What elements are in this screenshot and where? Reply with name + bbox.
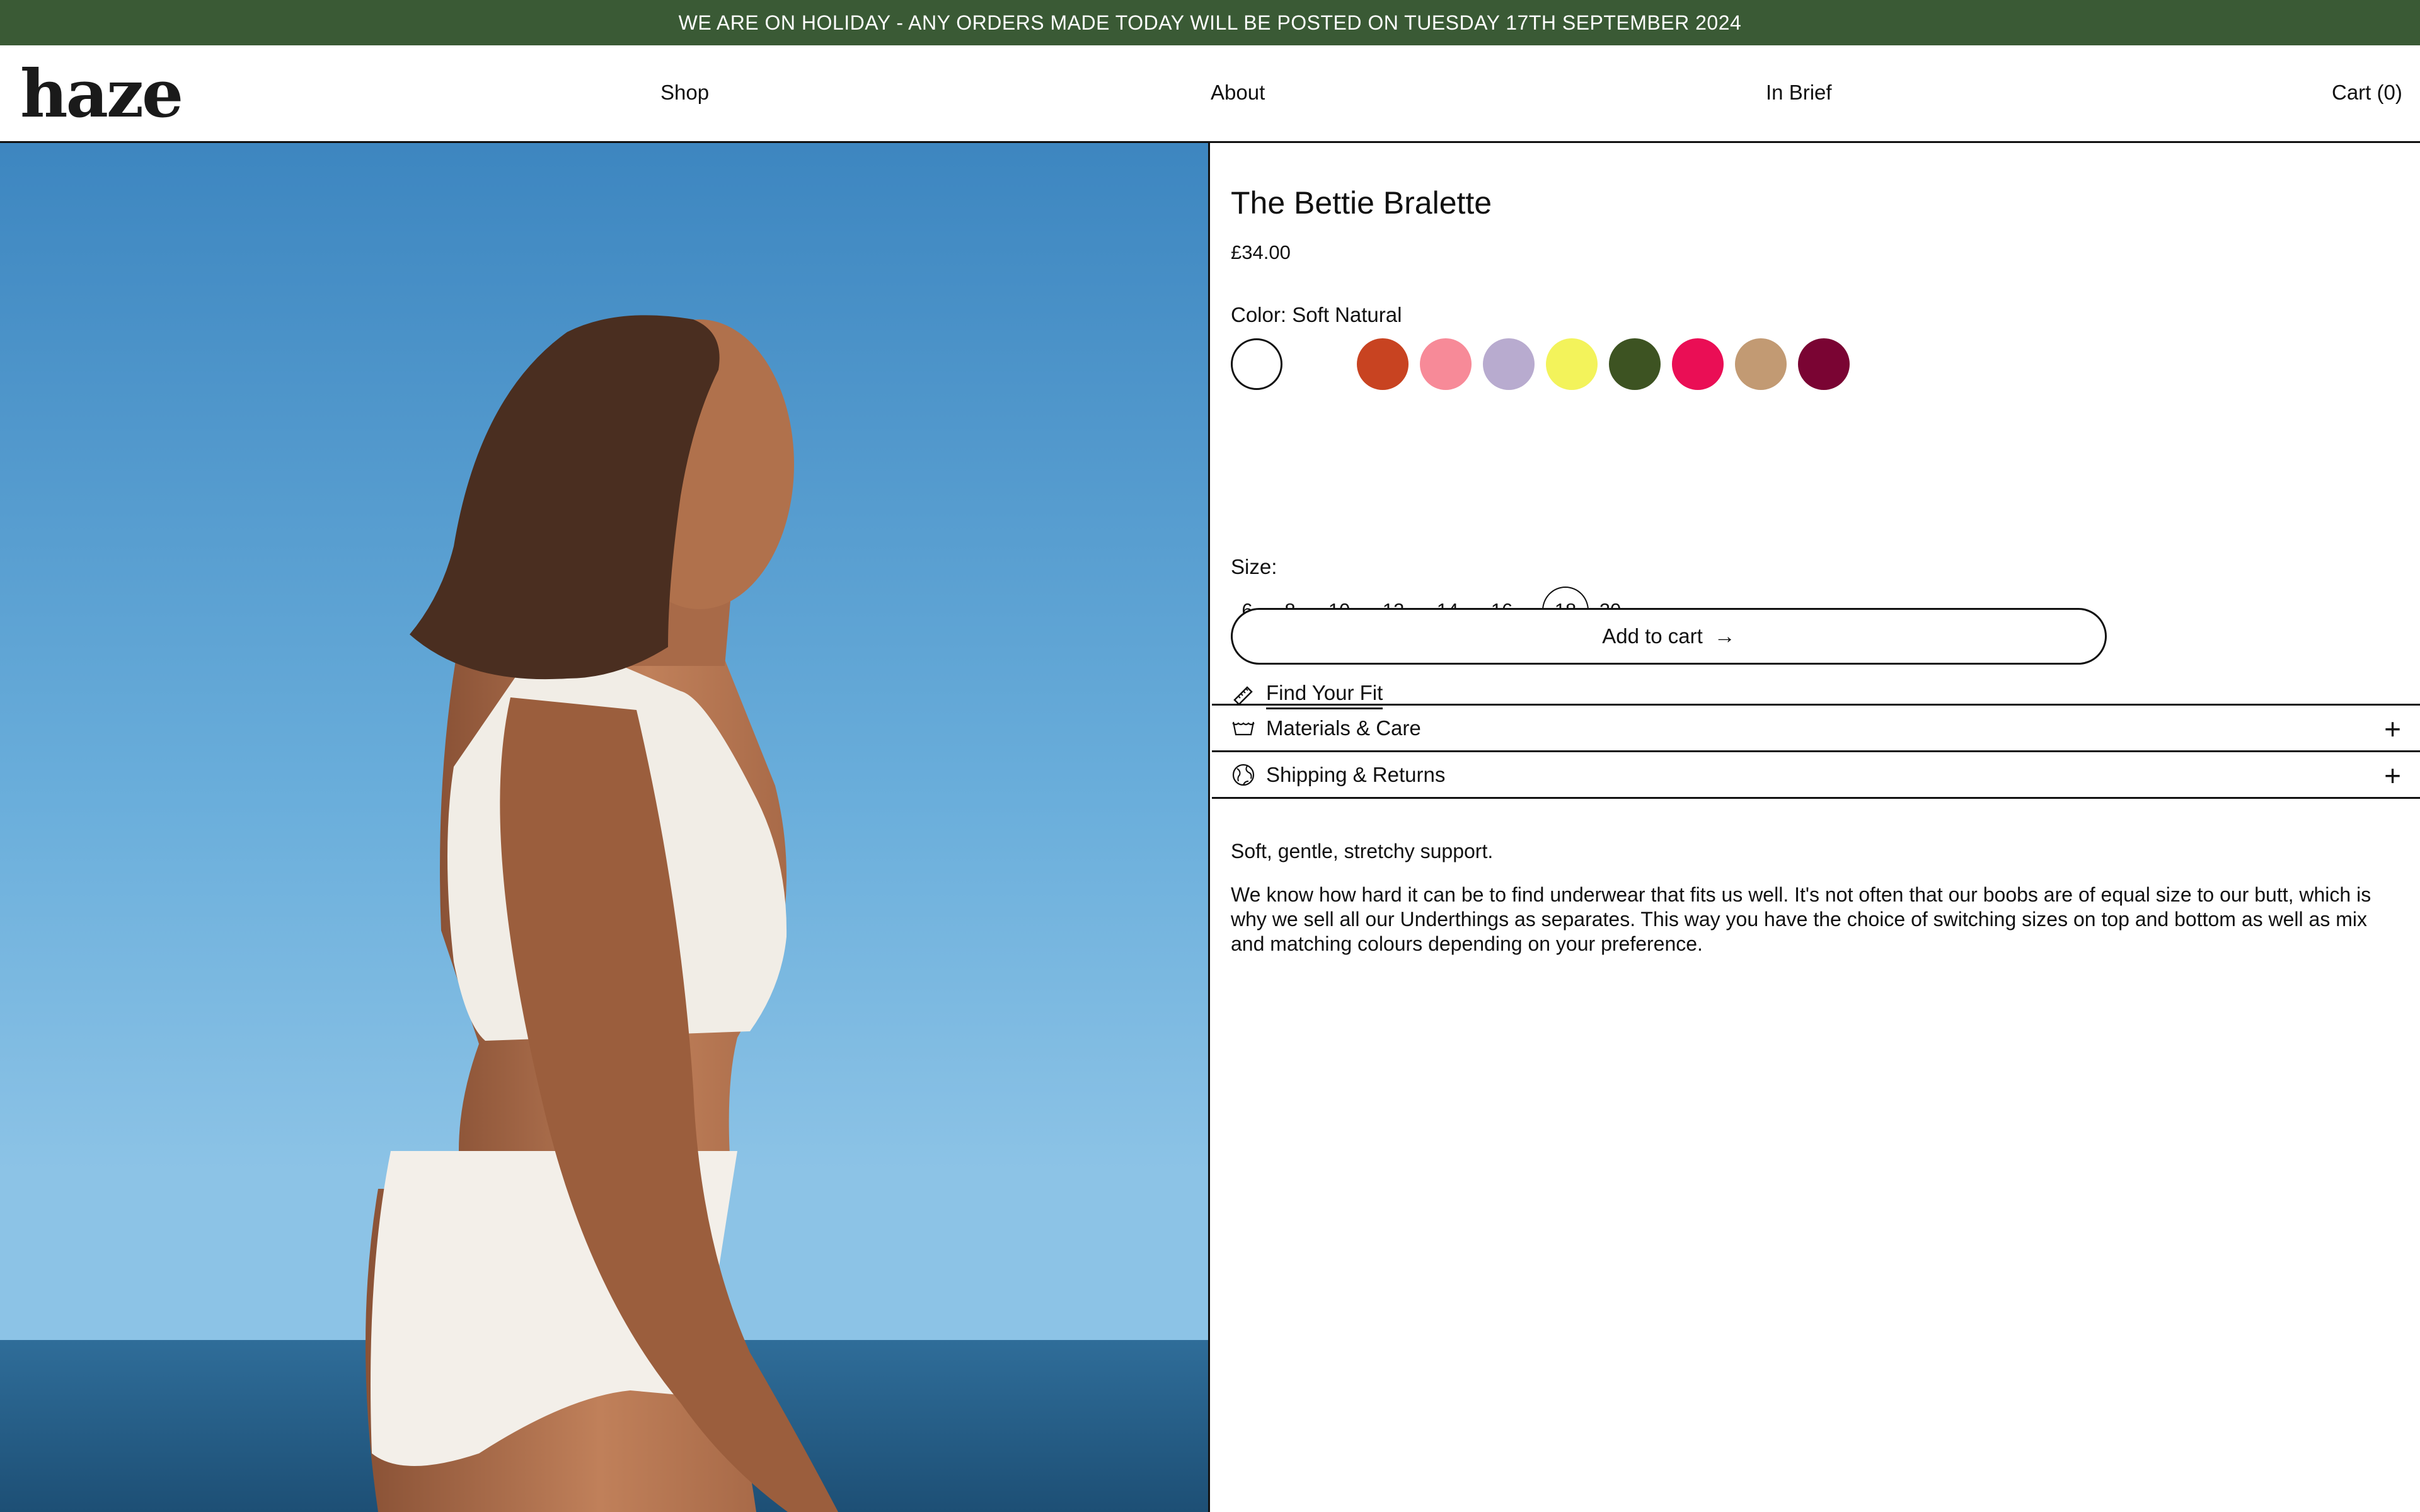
description-tagline: Soft, gentle, stretchy support. [1231,840,1494,862]
nav-cart[interactable]: Cart (0) [2332,81,2402,105]
color-label: Color: Soft Natural [1231,303,1402,326]
color-swatch[interactable] [1357,338,1409,390]
product-price: £34.00 [1231,241,1291,263]
color-swatch[interactable] [1546,338,1598,390]
accordion-shipping-returns[interactable]: Shipping & Returns + [1212,750,2420,799]
nav-shop[interactable]: Shop [660,81,709,105]
color-swatch[interactable] [1672,338,1724,390]
color-swatch[interactable] [1294,338,1345,390]
accordion-materials-care[interactable]: Materials & Care + [1212,704,2420,750]
color-swatch[interactable] [1483,338,1535,390]
color-swatch[interactable] [1735,338,1787,390]
plus-icon[interactable]: + [2384,714,2401,743]
globe-icon [1232,764,1255,786]
arrow-right-icon: → [1714,624,1736,648]
color-swatch[interactable] [1420,338,1472,390]
accordion-shipping-label: Shipping & Returns [1266,762,1446,786]
plus-icon[interactable]: + [2384,761,2401,790]
add-to-cart-button[interactable]: Add to cart → [1231,608,2107,665]
announcement-bar: WE ARE ON HOLIDAY - ANY ORDERS MADE TODA… [0,0,2420,45]
color-swatch[interactable] [1798,338,1850,390]
size-label: Size: [1231,555,1277,578]
product-title: The Bettie Bralette [1231,185,1492,220]
wash-basin-icon [1232,721,1255,735]
add-to-cart-label: Add to cart [1602,624,1703,648]
nav-in-brief[interactable]: In Brief [1766,81,1832,105]
product-photo [0,143,1208,1512]
color-swatch[interactable] [1609,338,1661,390]
accordion-materials-label: Materials & Care [1266,716,1421,740]
product-description: Soft, gentle, stretchy support. We know … [1231,839,2403,975]
description-body: We know how hard it can be to find under… [1231,883,2371,955]
nav-about[interactable]: About [1211,81,1265,105]
logo[interactable]: haze [20,59,183,129]
announcement-text: WE ARE ON HOLIDAY - ANY ORDERS MADE TODA… [678,11,1742,34]
product-image [0,143,1210,1512]
product-panel: The Bettie Bralette £34.00 Color: Soft N… [1212,143,2420,1512]
site-header: haze Shop About In Brief Cart (0) [0,45,2420,143]
color-swatch[interactable] [1231,338,1282,390]
